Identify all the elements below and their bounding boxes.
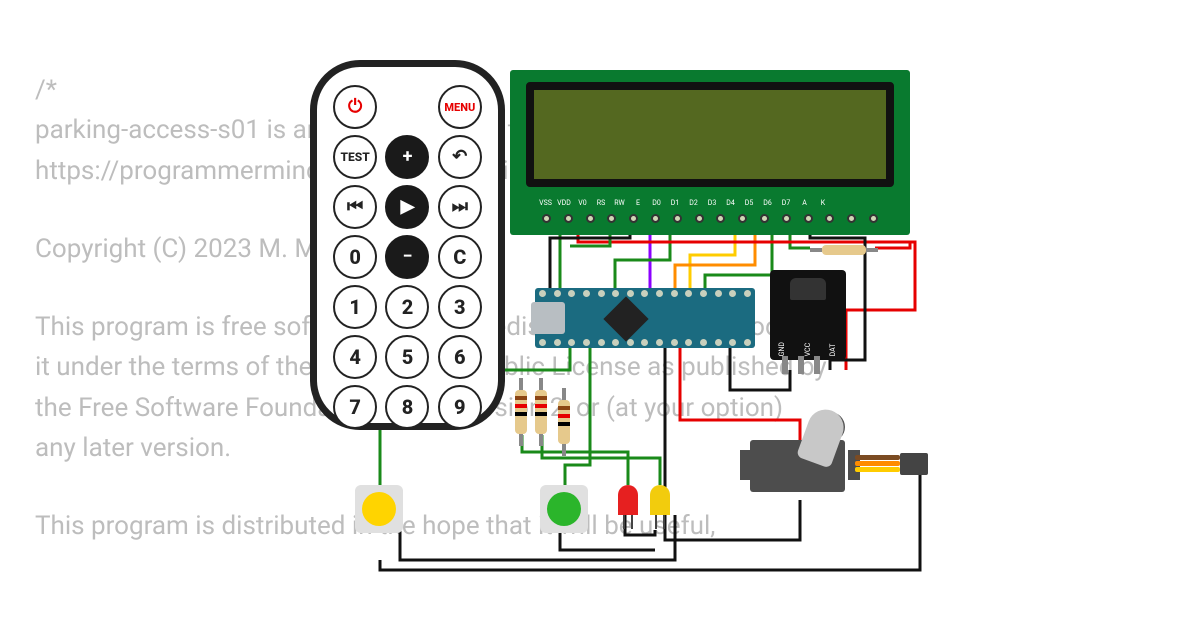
- nano-usb-port: [531, 302, 565, 334]
- remote-plus-button[interactable]: +: [385, 135, 429, 179]
- remote-next-button[interactable]: ⏭: [438, 185, 482, 229]
- push-button-yellow[interactable]: [355, 485, 403, 533]
- resistor-2: [535, 390, 547, 434]
- remote-power-button[interactable]: ⏻: [333, 85, 377, 129]
- remote-1-button[interactable]: 1: [333, 285, 377, 329]
- ir-receiver-module: GND VCC DAT: [770, 270, 846, 360]
- ir-pin-label: DAT: [828, 342, 839, 356]
- remote-9-button[interactable]: 9: [438, 385, 482, 429]
- ir-pins: [782, 356, 820, 374]
- remote-test-button[interactable]: TEST: [333, 135, 377, 179]
- ir-pin-label: GND: [777, 342, 788, 356]
- lcd-pin-row: [542, 214, 878, 223]
- remote-menu-button[interactable]: MENU: [438, 85, 482, 129]
- nano-mcu-chip: [603, 296, 648, 341]
- led-yellow: [650, 485, 670, 515]
- remote-7-button[interactable]: 7: [333, 385, 377, 429]
- remote-play-button[interactable]: ▶: [385, 185, 429, 229]
- remote-minus-button[interactable]: −: [385, 235, 429, 279]
- servo-connector: [900, 453, 928, 475]
- remote-back-button[interactable]: ↶: [438, 135, 482, 179]
- circuit-diagram: ⏻ MENU TEST + ↶ ⏮ ▶ ⏭ 0 − C 1 2 3 4 5 6: [310, 60, 930, 600]
- resistor-1: [515, 390, 527, 434]
- remote-8-button[interactable]: 8: [385, 385, 429, 429]
- resistor-lcd-backlight: [822, 245, 866, 255]
- lcd-screen: [526, 82, 894, 187]
- remote-3-button[interactable]: 3: [438, 285, 482, 329]
- led-red: [618, 485, 638, 515]
- remote-5-button[interactable]: 5: [385, 335, 429, 379]
- servo-wires: [855, 455, 900, 473]
- remote-6-button[interactable]: 6: [438, 335, 482, 379]
- nano-pins-top: [539, 290, 751, 297]
- nano-pins-bottom: [539, 339, 751, 346]
- remote-prev-button[interactable]: ⏮: [333, 185, 377, 229]
- push-button-green[interactable]: [540, 485, 588, 533]
- lcd-pin-labels: VSSVDDV0RS RWED0D1 D2D3D4D5 D6D7AK: [538, 198, 831, 209]
- servo-motor: [740, 430, 860, 500]
- ir-sensor-dome: [790, 278, 826, 300]
- remote-4-button[interactable]: 4: [333, 335, 377, 379]
- ir-remote: ⏻ MENU TEST + ↶ ⏮ ▶ ⏭ 0 − C 1 2 3 4 5 6: [310, 60, 505, 430]
- button-cap-icon: [362, 492, 396, 526]
- arduino-nano: [535, 288, 755, 348]
- lcd-16x2: VSSVDDV0RS RWED0D1 D2D3D4D5 D6D7AK: [510, 70, 910, 235]
- resistor-3: [558, 400, 570, 444]
- remote-c-button[interactable]: C: [438, 235, 482, 279]
- button-cap-icon: [547, 492, 581, 526]
- remote-2-button[interactable]: 2: [385, 285, 429, 329]
- code-line: any later version.: [35, 433, 231, 463]
- ir-pin-label: VCC: [803, 342, 814, 356]
- remote-0-button[interactable]: 0: [333, 235, 377, 279]
